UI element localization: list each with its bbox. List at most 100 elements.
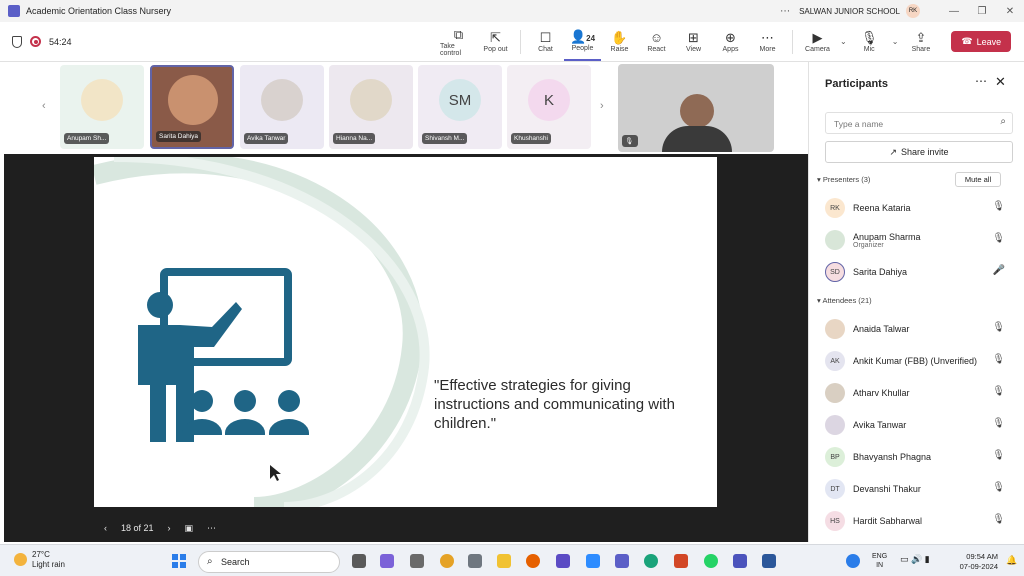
share-button[interactable]: ⇪ Share: [902, 23, 939, 61]
avatar: SM: [439, 79, 481, 121]
participant-search-input[interactable]: Type a name ⌕: [825, 112, 1013, 134]
powerpoint-icon[interactable]: [674, 554, 688, 568]
avatar: SD: [825, 262, 845, 282]
chevron-right-icon[interactable]: ›: [600, 100, 604, 112]
weather-widget[interactable]: 27°C Light rain: [14, 550, 65, 570]
chevron-down-icon[interactable]: ⌄: [892, 37, 899, 46]
edge-icon[interactable]: [644, 554, 658, 568]
close-icon[interactable]: ✕: [995, 74, 1006, 90]
avatar: BP: [825, 447, 845, 467]
video-tile[interactable]: K Khushanshi: [507, 65, 591, 149]
participant-row[interactable]: Atharv Khullar 🎙: [825, 381, 1013, 405]
divider: [520, 29, 521, 54]
raise-hand-button[interactable]: ✋ Raise: [601, 23, 638, 61]
attendees-section-header[interactable]: ▾ Attendees (21): [817, 296, 872, 305]
windows-start-icon[interactable]: [172, 554, 186, 568]
student-head: [191, 390, 213, 412]
language-indicator[interactable]: ENG IN: [872, 552, 887, 570]
video-tile[interactable]: Anupam Sh...: [60, 65, 144, 149]
self-video-person: [680, 94, 714, 128]
video-tile[interactable]: Hianna Na...: [329, 65, 413, 149]
chevron-right-icon[interactable]: ›: [168, 523, 171, 533]
clock[interactable]: 09:54 AM 07-09-2024: [952, 552, 998, 572]
mic-off-icon: 🎙: [992, 354, 1005, 365]
take-control-button[interactable]: ⧉ Take control: [440, 23, 477, 61]
chevron-down-icon[interactable]: ⌄: [840, 37, 847, 46]
leave-button[interactable]: ☎ Leave: [951, 31, 1012, 52]
restore-button[interactable]: ❐: [968, 6, 996, 17]
meeting-toolbar: 54:24 ⧉ Take control ⇱ Pop out ☐ Chat 👤24 Pe…: [0, 22, 1024, 62]
student-head: [278, 390, 300, 412]
mouse-cursor-icon: [270, 465, 281, 481]
self-video-tile[interactable]: 🎙: [618, 64, 774, 152]
participant-row[interactable]: AK Ankit Kumar (FBB) (Unverified) 🎙: [825, 349, 1013, 373]
media-player-icon[interactable]: [556, 554, 570, 568]
copilot-icon[interactable]: [380, 554, 394, 568]
avatar: [825, 230, 845, 250]
slide-quote: "Effective strategies for giving instruc…: [434, 377, 675, 432]
ellipsis-icon[interactable]: ⋯: [207, 523, 216, 534]
mic-button[interactable]: 🎙 Mic: [851, 23, 888, 61]
teams-icon[interactable]: [615, 554, 629, 568]
participant-row[interactable]: RK Reena Kataria 🎙: [825, 196, 1013, 220]
people-button[interactable]: 👤24 People: [564, 23, 601, 61]
close-window-button[interactable]: ✕: [996, 6, 1024, 17]
camera-app-icon[interactable]: [410, 554, 424, 568]
network-volume-battery-icon[interactable]: ▭ 🔊 ▮: [900, 554, 930, 565]
teams-work-icon[interactable]: [733, 554, 747, 568]
participant-row[interactable]: SD Sarita Dahiya 🎤: [825, 260, 1013, 284]
video-tile-active-speaker[interactable]: Sarita Dahiya: [150, 65, 234, 149]
video-tile[interactable]: Avika Tanwar: [240, 65, 324, 149]
participant-row[interactable]: Anupam Sharma Organizer 🎙: [825, 228, 1013, 252]
search-icon: ⌕: [1000, 116, 1006, 127]
avatar: RK: [825, 198, 845, 218]
pop-out-button[interactable]: ⇱ Pop out: [477, 23, 514, 61]
whatsapp-icon[interactable]: [704, 554, 718, 568]
more-options-icon[interactable]: ⋯: [975, 74, 987, 88]
zoom-icon[interactable]: [586, 554, 600, 568]
apps-button[interactable]: ⊕ Apps: [712, 23, 749, 61]
minimize-button[interactable]: —: [940, 6, 968, 17]
smile-icon: ☺: [649, 30, 664, 45]
mic-active-icon[interactable]: [846, 554, 860, 568]
file-explorer-icon[interactable]: [497, 554, 511, 568]
teacher-icon: [138, 302, 242, 442]
video-tile[interactable]: SM Shivansh M...: [418, 65, 502, 149]
camera-button[interactable]: ▶ Camera: [799, 23, 836, 61]
hand-icon: ✋: [611, 30, 628, 45]
more-icon[interactable]: ⋯: [771, 6, 799, 17]
view-button[interactable]: ⊞ View: [675, 23, 712, 61]
avatar: [261, 79, 303, 121]
mic-off-icon: 🎙: [622, 135, 638, 147]
mic-off-icon: 🎙: [992, 322, 1005, 333]
react-button[interactable]: ☺ React: [638, 23, 675, 61]
notification-icon[interactable]: 🔔: [1006, 555, 1017, 566]
meeting-timer: 54:24: [49, 36, 72, 47]
user-avatar[interactable]: RK: [906, 4, 920, 18]
chat-button[interactable]: ☐ Chat: [527, 23, 564, 61]
participant-row[interactable]: Avika Tanwar 🎙: [825, 413, 1013, 437]
presenters-section-header[interactable]: ▾ Presenters (3): [817, 175, 870, 184]
word-icon[interactable]: [762, 554, 776, 568]
presentation-slide: "Effective strategies for giving instruc…: [94, 157, 717, 507]
settings-icon[interactable]: [468, 554, 482, 568]
mute-all-button[interactable]: Mute all: [955, 172, 1001, 187]
plus-icon: ⊕: [725, 30, 736, 45]
firefox-icon[interactable]: [526, 554, 540, 568]
more-button[interactable]: ⋯ More: [749, 23, 786, 61]
taskbar-search[interactable]: ⌕ Search: [198, 551, 340, 573]
avatar: [825, 383, 845, 403]
chrome-icon[interactable]: [440, 554, 454, 568]
chevron-left-icon[interactable]: ‹: [42, 100, 46, 112]
participant-row[interactable]: BP Bhavyansh Phagna 🎙: [825, 445, 1013, 469]
avatar: AK: [825, 351, 845, 371]
mic-off-icon: 🎙: [860, 30, 878, 45]
participant-row[interactable]: Anaida Talwar 🎙: [825, 317, 1013, 341]
share-invite-button[interactable]: ↗ Share invite: [825, 141, 1013, 163]
student-body: [269, 419, 309, 435]
participant-row[interactable]: HS Hardit Sabharwal 🎙: [825, 509, 1013, 533]
chevron-left-icon[interactable]: ‹: [104, 523, 107, 533]
task-view-icon[interactable]: [352, 554, 366, 568]
grid-view-icon[interactable]: ▣: [185, 523, 194, 534]
participant-row[interactable]: DT Devanshi Thakur 🎙: [825, 477, 1013, 501]
